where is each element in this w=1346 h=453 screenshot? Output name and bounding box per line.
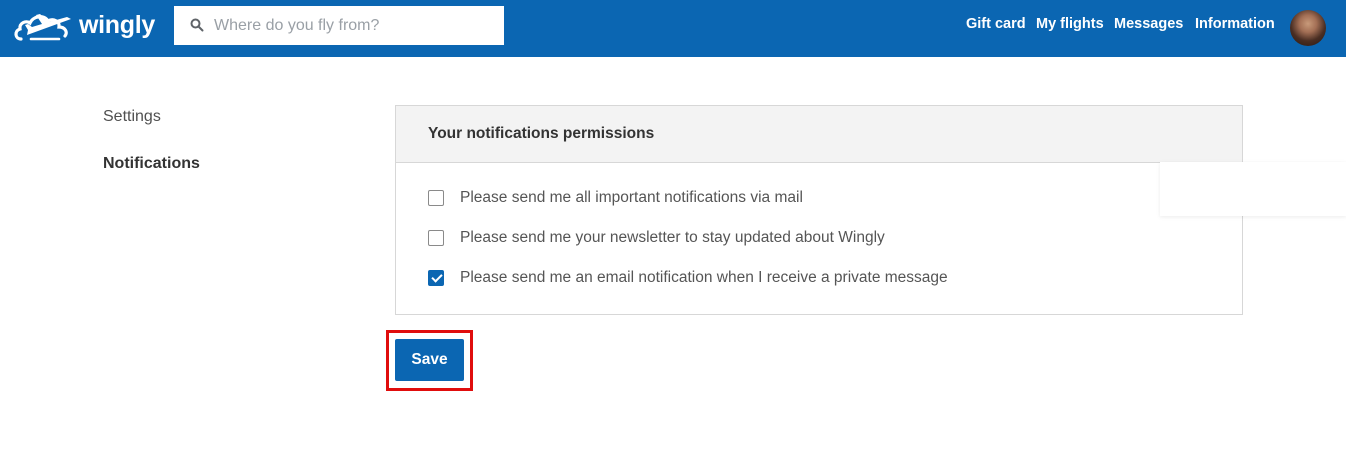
option-label: Please send me your newsletter to stay u… (460, 229, 885, 246)
nav-information[interactable]: Information (1195, 16, 1275, 32)
overlay-card (1160, 162, 1346, 216)
option-private-message-email[interactable]: Please send me an email notification whe… (428, 268, 948, 288)
plane-cloud-logo-icon (14, 14, 71, 41)
option-mail-notifications[interactable]: Please send me all important notificatio… (428, 188, 803, 208)
option-newsletter[interactable]: Please send me your newsletter to stay u… (428, 228, 885, 248)
notifications-panel: Your notifications permissions Please se… (395, 105, 1243, 315)
save-button[interactable]: Save (395, 339, 464, 381)
nav-messages[interactable]: Messages (1114, 16, 1183, 32)
sidebar-item-notifications[interactable]: Notifications (103, 155, 200, 173)
checkbox-private-message-email[interactable] (428, 270, 444, 286)
panel-title: Your notifications permissions (428, 125, 655, 142)
nav-my-flights[interactable]: My flights (1036, 16, 1104, 32)
brand-name[interactable]: wingly (79, 11, 155, 40)
option-label: Please send me all important notificatio… (460, 189, 803, 206)
wingly-logo[interactable] (13, 8, 75, 44)
top-navigation-bar: wingly Gift card My flights Messages Inf… (0, 0, 1346, 57)
user-avatar[interactable] (1290, 10, 1326, 46)
nav-gift-card[interactable]: Gift card (966, 16, 1026, 32)
checkbox-mail-notifications[interactable] (428, 190, 444, 206)
option-label: Please send me an email notification whe… (460, 269, 948, 286)
search-icon (190, 18, 204, 32)
checkbox-newsletter[interactable] (428, 230, 444, 246)
search-box[interactable] (174, 6, 504, 45)
sidebar-settings-heading: Settings (103, 108, 161, 125)
search-input[interactable] (214, 6, 494, 45)
panel-header: Your notifications permissions (396, 106, 1242, 163)
